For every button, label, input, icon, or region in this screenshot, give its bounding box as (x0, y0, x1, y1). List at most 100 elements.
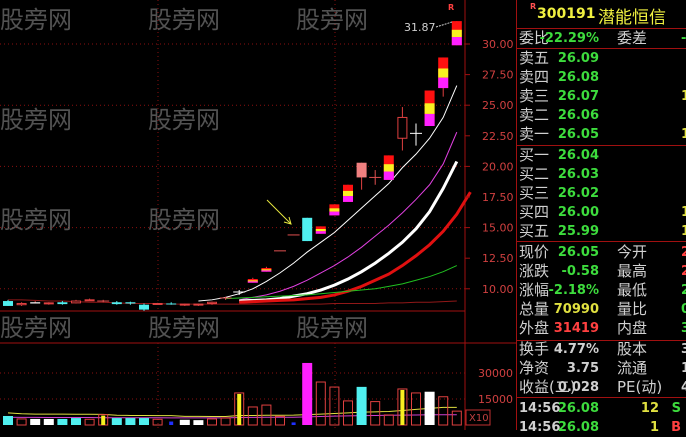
bid-price: 26.04 (557, 148, 599, 163)
candle-body (179, 303, 190, 306)
candle-band-magenta (383, 171, 394, 180)
candle-band-yellow (451, 29, 462, 38)
bid-price: 26.03 (557, 167, 599, 182)
bid-volume: 1 (681, 224, 686, 239)
ask-price: 26.09 (557, 51, 599, 66)
candle-body (16, 302, 27, 306)
candle (383, 155, 394, 180)
ask-row[interactable]: 卖五 26.09 (517, 49, 686, 68)
candle-band-yellow (315, 229, 326, 232)
candle-body (397, 116, 408, 139)
candle (315, 226, 326, 234)
quote-label: 量比 (617, 300, 648, 318)
fundamental-value: 3.2 (681, 342, 686, 357)
volume-bar (111, 418, 122, 425)
quote-label: 涨幅 (519, 281, 550, 299)
ask-price: 26.08 (557, 70, 599, 85)
volume-bar (356, 386, 367, 425)
quote-value: 0 (681, 302, 686, 317)
quote-value: 26 (681, 245, 686, 260)
candle-band-magenta (438, 77, 449, 89)
tick-volume: 1 (649, 420, 659, 435)
candle-body (84, 299, 95, 302)
price-tick-label: 15.00 (482, 222, 514, 235)
kline-chart[interactable]: 30.00 27.50 25.00 22.50 20.00 17.50 15.00 12.50… (0, 0, 516, 430)
diff-label: 委差 (617, 29, 648, 47)
bid-label: 买三 (519, 184, 550, 202)
quote-label: 内盘 (617, 319, 648, 337)
price-tick-label: 12.50 (482, 252, 514, 265)
candle-body (166, 303, 177, 305)
ask-row[interactable]: 卖四 26.08 (517, 68, 686, 87)
bid-label: 买五 (519, 222, 550, 240)
tick-side: B (671, 420, 681, 435)
fundamental-row: 换手 4.77% 股本 3.2 (517, 340, 686, 359)
ask-price: 26.07 (557, 89, 599, 104)
tick-price: 26.08 (557, 401, 599, 416)
fundamental-label: 净资 (519, 359, 550, 377)
fundamental-label: PE(动) (617, 378, 663, 396)
fundamental-value: 0.028 (557, 380, 599, 395)
ask-price: 26.05 (557, 127, 599, 142)
volume-bar (139, 418, 149, 425)
fundamental-label: 换手 (519, 340, 550, 358)
tick-time: 14:56 (519, 401, 561, 416)
quote-value: 395 (681, 321, 686, 336)
volume-multiplier: X10 (469, 413, 489, 424)
ask-row[interactable]: 卖一 26.05 1 (517, 125, 686, 144)
volume-bar-fill (101, 415, 106, 425)
volume-bar (3, 415, 13, 425)
candle-band-magenta (343, 196, 353, 202)
quote-row: 外盘 31419 内盘 395 (517, 319, 686, 338)
ask-volume: 1 (681, 89, 686, 104)
bid-row[interactable]: 买四 26.00 1 (517, 203, 686, 222)
candle-body (302, 217, 313, 242)
quote-label: 今开 (617, 243, 648, 261)
ask-label: 卖二 (519, 106, 550, 124)
candle-band-magenta (329, 211, 340, 216)
candle-band-magenta (247, 281, 258, 283)
candle-band-yellow (343, 190, 353, 197)
order-ratio-row: 委比 -22.29% 委差 -1 (517, 29, 686, 48)
fundamental-row: 净资 3.75 流通 1.4 (517, 359, 686, 378)
bid-row[interactable]: 买五 25.99 1 (517, 222, 686, 241)
ask-volume: 1 (681, 127, 686, 142)
volume-tick-label: 30000 (478, 367, 513, 380)
volume-bar (57, 418, 68, 425)
candle (424, 90, 435, 127)
ask-price: 26.06 (557, 108, 599, 123)
price-tick-label: 17.50 (482, 191, 514, 204)
tick-side: S (671, 401, 681, 416)
stock-header[interactable]: R 300191 潜能恒信 (517, 0, 686, 28)
divider (517, 241, 686, 242)
candle-body (43, 302, 54, 305)
volume-bar-fill (400, 389, 405, 425)
candle-body (3, 301, 13, 306)
bid-row[interactable]: 买三 26.02 (517, 184, 686, 203)
ask-row[interactable]: 卖三 26.07 1 (517, 87, 686, 106)
candle (152, 302, 163, 305)
ask-row[interactable]: 卖二 26.06 (517, 106, 686, 125)
tick-row: 14:56 26.08 12 S (517, 399, 686, 418)
bid-volume: 1 (681, 205, 686, 220)
ask-label: 卖三 (519, 87, 550, 105)
volume-bar (193, 420, 204, 425)
bid-label: 买二 (519, 165, 550, 183)
quote-value: 31419 (553, 321, 599, 336)
price-tick-label: 27.50 (482, 69, 514, 82)
candle (193, 303, 204, 306)
candle-body (111, 302, 122, 305)
fundamental-value: 1.4 (681, 361, 686, 376)
bid-label: 买四 (519, 203, 550, 221)
price-tick-label: 25.00 (482, 99, 514, 112)
bid-row[interactable]: 买一 26.04 (517, 146, 686, 165)
bid-row[interactable]: 买二 26.03 (517, 165, 686, 184)
divider (517, 397, 686, 398)
volume-bar (302, 362, 313, 425)
bid-price: 26.02 (557, 186, 599, 201)
candle-body (207, 301, 217, 304)
volume-bar (169, 421, 174, 425)
quote-label: 外盘 (519, 319, 550, 337)
diff-value: -1 (681, 31, 686, 46)
ratio-value: -22.29% (539, 31, 599, 46)
